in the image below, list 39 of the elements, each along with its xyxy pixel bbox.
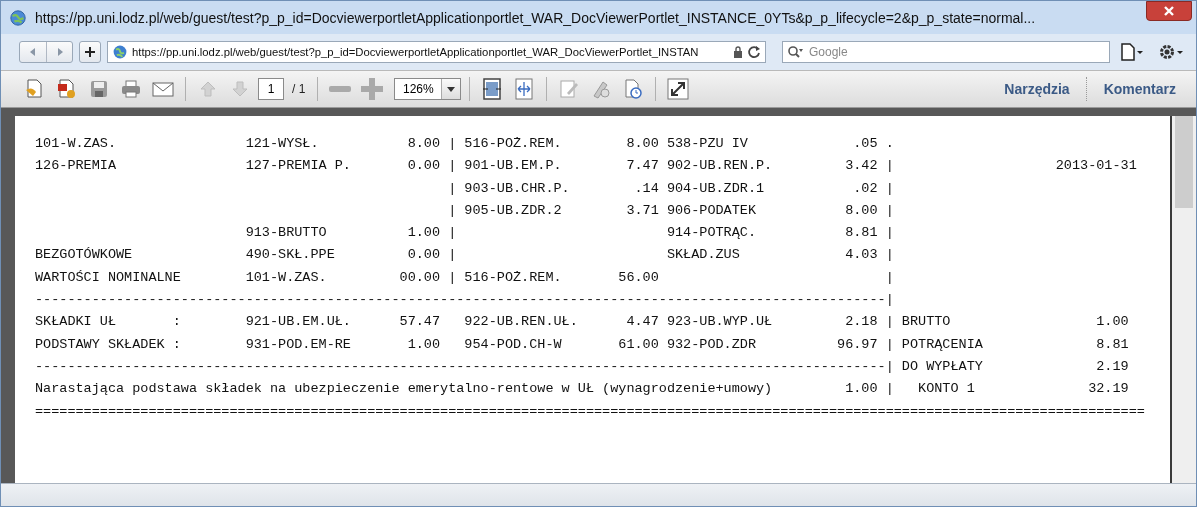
back-arrow-icon [28,47,38,57]
up-arrow-icon [198,79,218,99]
report-line: PODSTAWY SKŁADEK : 931-POD.EM-RE 1.00 954-POD.CH-W 61.00 932-POD.ZDR 96.97 | POTRĄCENIA 8.81 [35,335,1130,354]
report-line: 913-BRUTTO 1.00 | 914-POTRĄC. 8.81 | [244,224,895,243]
minus-icon [329,85,352,93]
search-icon [787,45,803,59]
plus-icon [84,46,96,58]
search-field[interactable]: Google [782,41,1110,63]
page-count: / 1 [292,82,306,96]
pdf-settings-icon [56,78,78,100]
report-line: WARTOŚCI NOMINALNE 101-W.ZAS. 00.00 | 516-POŻ.REM. 56.00 | [35,268,895,287]
report-line: SKŁADKI UŁ : 921-UB.EM.UŁ. 57.47 922-UB.REN.UŁ. 4.47 923-UB.WYP.UŁ 2.18 | BRUTTO 1.00 [35,313,1130,332]
report-line: | 905-UB.ZDR.2 3.71 906-PODATEK 8.00 | [447,201,895,220]
globe-icon [112,44,128,60]
scrollbar-thumb[interactable] [1175,116,1193,208]
close-button[interactable] [1146,1,1192,21]
url-text: https://pp.uni.lodz.pl/web/guest/test?p_p_id=DocviewerportletApplicationportlet_WAR_DocViewerPortlet_INSTAN [132,46,699,58]
report-line: 101-W.ZAS. 121-WYSŁ. 8.00 | 516-POŻ.REM. 8.00 538-PZU IV .05 . [35,135,895,153]
new-tab-button[interactable] [79,41,101,63]
scrollbar[interactable] [1170,116,1196,483]
zoom-dropdown[interactable]: 126% [394,78,462,100]
caret-icon [447,86,456,92]
panel-tab[interactable]: Komentarz [1091,81,1188,97]
panel-tab[interactable]: Narzędzia [992,81,1082,97]
report-line: ---------------------------------------------------------------------------------------------------------| [35,291,895,310]
close-icon [1163,5,1175,17]
window-title: https://pp.uni.lodz.pl/web/guest/test?p_p_id=DocviewerportletApplicationportlet_WAR_DocViewerPortlet_INSTANCE_0YTs&p_p_lifecycle=2&p_p_state=normal... [35,9,1037,26]
report-line: ---------------------------------------------------------------------------------------------------------| DO WYPŁATY 2.19 [35,357,1130,376]
address-field[interactable]: https://pp.uni.lodz.pl/web/guest/test?p_p_id=DocviewerportletApplicationportlet_WAR_DocViewerPortlet_INSTAN [107,41,766,63]
report-line: Narastająca podstawa składek na ubezpieczenie emerytalno-rentowe w UŁ (wynagrodzenie+umowy) 1.00 | KONTO 1 32.19 [35,380,1130,399]
report-line: BEZGOTÓWKOWE 490-SKŁ.PPE 0.00 | SKŁAD.ZUS 4.03 | [35,246,895,265]
report-line: 126-PREMIA 127-PREMIA P. 0.00 | 901-UB.EM.P. 7.47 902-UB.REN.P. 3.42 | 2013-01-31 [35,157,1138,176]
lock-icon [733,46,743,58]
browser-globe-icon [9,8,27,27]
report-line: | 903-UB.CHR.P. .14 904-UB.ZDR.1 .02 | [447,179,895,198]
reload-icon[interactable] [747,45,761,59]
page-number-field[interactable]: 1 [258,78,284,100]
down-arrow-icon [230,79,250,99]
report-line: ========================================================================================================================================= [35,402,1146,421]
